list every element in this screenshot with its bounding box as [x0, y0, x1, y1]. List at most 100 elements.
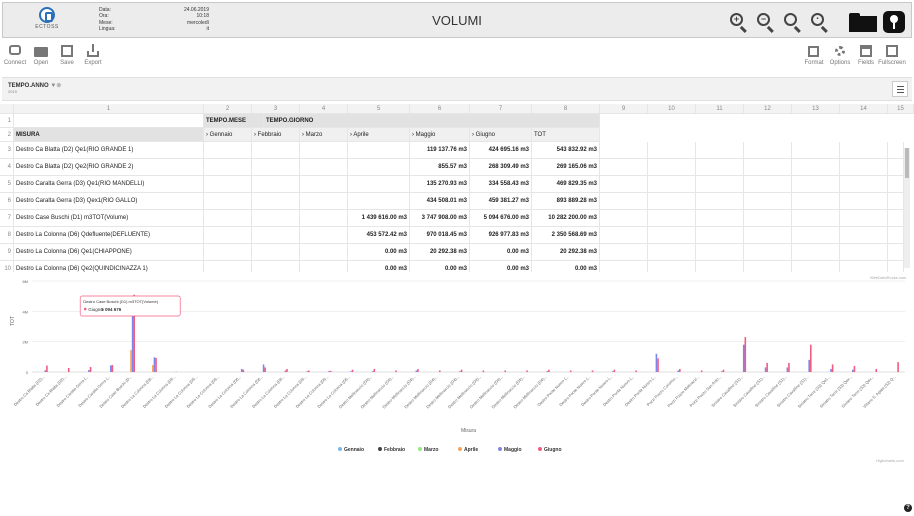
filter-chip-tempo-anno[interactable]: TEMPO.ANNO ▼⊗ 2019 — [8, 82, 61, 94]
bar-giugno[interactable] — [809, 344, 812, 372]
volume-bar-chart[interactable]: 6M4M2M0TOTDestro Ca Blatta (D2)...Destro… — [0, 276, 914, 476]
hamburger-menu-icon[interactable] — [892, 81, 908, 97]
zoom-out-icon[interactable]: − — [755, 11, 775, 31]
bar-maggio[interactable] — [721, 371, 723, 372]
bar-giugno[interactable] — [569, 370, 572, 372]
bar-giugno[interactable] — [89, 366, 92, 372]
legend-marker — [458, 447, 462, 451]
grid-scrollbar[interactable] — [904, 148, 910, 268]
zoom-in-icon[interactable]: + — [728, 11, 748, 31]
fields-button[interactable]: Fields — [852, 40, 880, 66]
bar-giugno[interactable] — [788, 362, 790, 372]
empty-cell — [696, 193, 744, 210]
bar-giugno[interactable] — [242, 369, 245, 372]
options-button[interactable]: Options — [826, 40, 854, 66]
bar-maggio[interactable] — [415, 370, 418, 372]
value-cell: 434 508.01 m3 — [410, 193, 470, 210]
value-cell — [252, 193, 300, 210]
bar-giugno[interactable] — [373, 368, 376, 372]
bar-giugno[interactable] — [460, 369, 463, 372]
bar-maggio[interactable] — [371, 371, 374, 372]
bar-giugno[interactable] — [613, 369, 616, 372]
bar-giugno[interactable] — [438, 370, 441, 372]
bar-maggio[interactable] — [655, 353, 658, 372]
bar-giugno[interactable] — [482, 370, 485, 372]
export-button[interactable]: Export — [80, 40, 106, 66]
bar-giugno[interactable] — [875, 368, 878, 372]
bar-giugno[interactable] — [744, 337, 747, 372]
bar-giugno[interactable] — [722, 369, 725, 372]
legend-item[interactable]: Aprile — [464, 447, 478, 453]
bar-maggio[interactable] — [284, 370, 287, 372]
column-header: 1 — [14, 104, 204, 114]
legend-item[interactable]: Giugno — [544, 447, 562, 453]
bar-giugno[interactable] — [591, 370, 594, 372]
bar-giugno[interactable] — [526, 370, 528, 372]
legend-item[interactable]: Maggio — [504, 447, 522, 453]
connect-button[interactable]: Connect — [2, 40, 28, 66]
bar-maggio[interactable] — [131, 315, 134, 372]
bar-giugno[interactable] — [155, 357, 157, 372]
bar-giugno[interactable] — [111, 365, 114, 372]
fullscreen-icon — [885, 44, 899, 58]
bar-giugno[interactable] — [548, 369, 550, 372]
bar-giugno[interactable] — [308, 370, 310, 372]
bar-maggio[interactable] — [306, 371, 309, 372]
bar-maggio[interactable] — [109, 365, 112, 372]
column-header: 4 — [300, 104, 348, 114]
bar-maggio[interactable] — [44, 370, 47, 372]
bar-giugno[interactable] — [897, 362, 899, 372]
folder-icon[interactable] — [849, 13, 877, 32]
save-button[interactable]: Save — [54, 40, 80, 66]
bar-maggio[interactable] — [611, 371, 614, 372]
bar-maggio[interactable] — [153, 357, 156, 372]
fullscreen-button[interactable]: Fullscreen — [878, 40, 906, 66]
bar-maggio[interactable] — [546, 371, 549, 372]
bar-maggio[interactable] — [262, 364, 265, 372]
help-icon[interactable]: ? — [904, 504, 912, 512]
bar-giugno[interactable] — [831, 364, 834, 372]
bar-aprile[interactable] — [130, 350, 132, 372]
bar-giugno[interactable] — [679, 368, 681, 372]
legend-item[interactable]: Marzo — [424, 447, 438, 453]
zoom-fit-icon[interactable]: ▪ — [809, 11, 829, 31]
bar-maggio[interactable] — [88, 369, 90, 372]
bar-maggio[interactable] — [830, 368, 832, 372]
bar-giugno[interactable] — [504, 370, 507, 372]
toolbar-label: Export — [84, 60, 102, 66]
row-number: 3 — [0, 142, 14, 159]
bar-maggio[interactable] — [328, 371, 330, 372]
bar-giugno[interactable] — [766, 362, 768, 372]
bar-giugno[interactable] — [635, 370, 637, 372]
bar-giugno[interactable] — [417, 368, 419, 372]
format-button[interactable]: Format — [800, 40, 828, 66]
bar-maggio[interactable] — [786, 367, 789, 372]
bar-giugno[interactable] — [67, 367, 70, 372]
bar-giugno[interactable] — [46, 365, 48, 372]
bar-giugno[interactable] — [853, 365, 856, 372]
bar-giugno[interactable] — [264, 367, 266, 372]
bar-giugno[interactable] — [286, 368, 288, 372]
bar-giugno[interactable] — [657, 358, 659, 372]
zoom-reset-icon[interactable] — [782, 11, 802, 31]
bar-maggio[interactable] — [742, 344, 745, 372]
bar-maggio[interactable] — [677, 370, 680, 372]
bar-maggio[interactable] — [852, 369, 854, 372]
bar-giugno[interactable] — [329, 370, 332, 372]
bar-maggio[interactable] — [240, 368, 243, 372]
bar-giugno[interactable] — [700, 370, 703, 372]
keyhole-icon[interactable] — [883, 11, 905, 33]
value-cell: 459 381.27 m3 — [470, 193, 532, 210]
legend-item[interactable]: Gennaio — [344, 447, 364, 453]
legend-item[interactable]: Febbraio — [384, 447, 405, 453]
bar-maggio[interactable] — [808, 359, 810, 372]
bar-maggio[interactable] — [350, 371, 352, 372]
bar-maggio[interactable] — [764, 367, 767, 372]
bar-giugno[interactable] — [351, 369, 354, 372]
bar-giugno[interactable] — [395, 370, 397, 372]
value-cell — [252, 176, 300, 193]
pivot-grid[interactable]: 1 2 3 4 5 6 7 8 9 10 11 12 13 14 15 1 TEMPO.MESE TEMPO.GI… — [0, 104, 914, 272]
bar-maggio[interactable] — [459, 371, 461, 372]
open-button[interactable]: Open — [28, 40, 54, 66]
bar-aprile[interactable] — [152, 365, 154, 372]
